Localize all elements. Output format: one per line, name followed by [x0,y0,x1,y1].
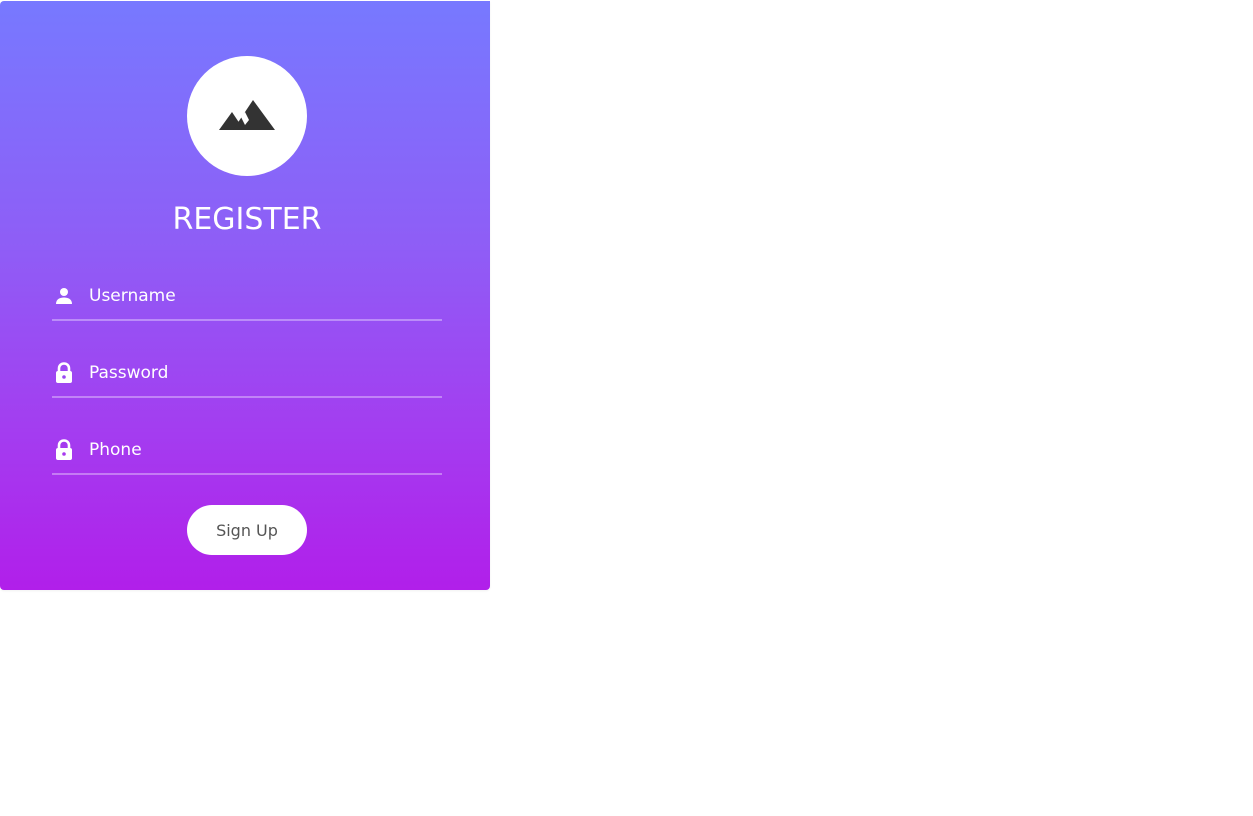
register-card: REGISTER Username Password Phone Sign Up [0,1,490,590]
username-field[interactable]: Username [52,273,442,321]
mountain-icon [219,100,275,130]
password-field[interactable]: Password [52,350,442,398]
logo-badge [187,56,307,176]
lock-icon [53,439,75,461]
user-icon [53,285,75,307]
form-title: REGISTER [172,202,322,237]
phone-input[interactable]: Phone [89,439,142,461]
sign-up-button[interactable]: Sign Up [187,505,307,555]
password-input[interactable]: Password [89,362,168,384]
phone-field[interactable]: Phone [52,427,442,475]
lock-icon [53,362,75,384]
username-input[interactable]: Username [89,285,176,307]
